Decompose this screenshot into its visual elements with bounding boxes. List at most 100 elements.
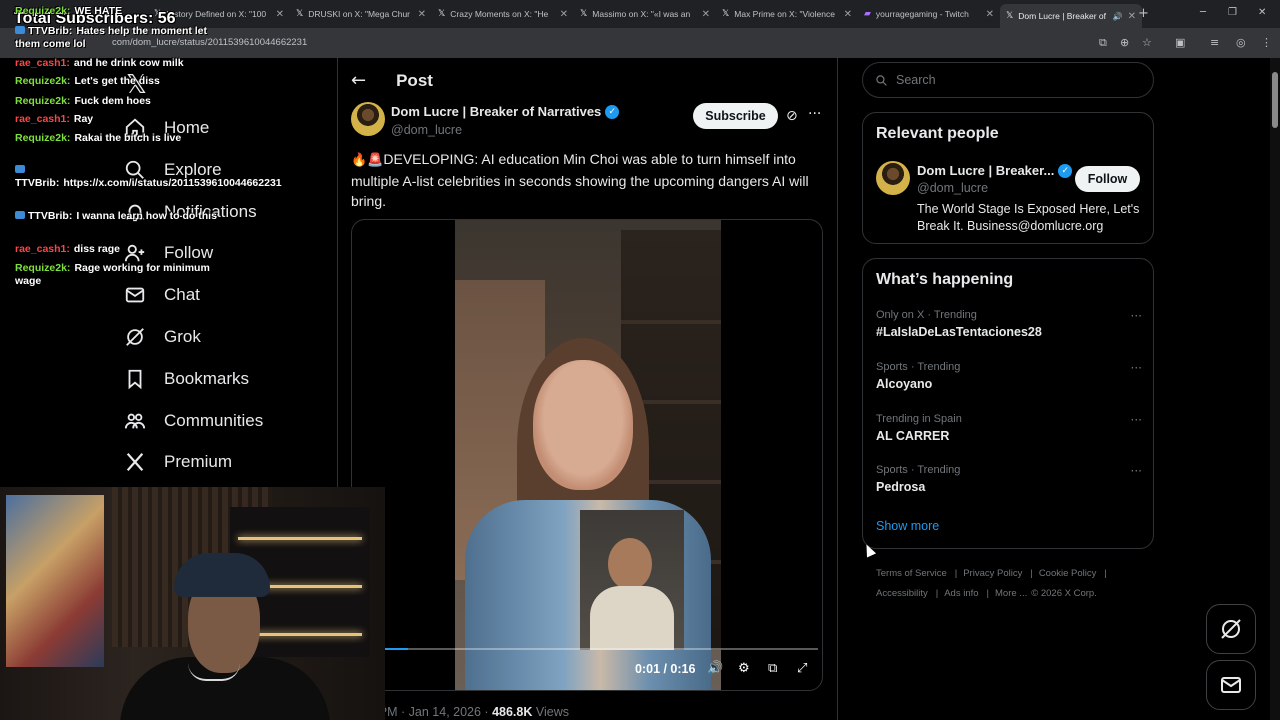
footer-accessibility[interactable]: Accessibility [876, 588, 928, 599]
grok-icon [1221, 619, 1241, 639]
nav-item-grok[interactable]: Grok [124, 324, 201, 350]
chat-message: Requize2k: Rage working for minimum wage [15, 262, 235, 288]
subscribe-button[interactable]: Subscribe [693, 103, 778, 129]
x-icon: 𝕏 [722, 9, 730, 19]
nav-item-communities[interactable]: Communities [124, 408, 263, 434]
column-divider-right [837, 58, 838, 720]
relevant-handle[interactable]: @dom_lucre [917, 181, 988, 195]
webcam-wall-art [6, 495, 104, 667]
tab-audio-icon[interactable]: 🔊 [1113, 12, 1123, 21]
browser-tab[interactable]: ▰ yourragegaming - Twitch ✕ [858, 4, 1000, 24]
menu-icon[interactable]: ⋮ [1261, 36, 1272, 49]
tab-close-icon[interactable]: ✕ [844, 9, 852, 20]
x-icon: 𝕏 [580, 9, 588, 19]
chat-username: Requize2k: [15, 95, 71, 107]
relevant-name-row[interactable]: Dom Lucre | Breaker... ✓ [917, 163, 1073, 178]
relevant-avatar[interactable] [876, 161, 910, 195]
profile-icon[interactable]: ◎ [1236, 36, 1246, 49]
chat-text: I wanna learn how to do this [76, 210, 217, 222]
tab-close-icon[interactable]: ✕ [986, 9, 994, 20]
search-box[interactable]: Search [862, 62, 1154, 98]
messages-fab-button[interactable] [1206, 660, 1256, 710]
chat-text: https://x.com/i/status/20115396100446622… [63, 177, 282, 189]
trend-more-icon[interactable]: ··· [1131, 464, 1142, 478]
browser-tab[interactable]: 𝕏 Dom Lucre | Breaker of 🔊 ✕ [1000, 4, 1142, 28]
browser-tab-title: Dom Lucre | Breaker of [1018, 11, 1106, 21]
video-player[interactable] [455, 220, 721, 690]
trend-item[interactable]: Only on X · Trending #LaIslaDeLasTentacio… [876, 309, 1142, 339]
nav-item-label: Grok [164, 327, 201, 346]
tab-close-icon[interactable]: ✕ [418, 9, 426, 20]
author-name-row[interactable]: Dom Lucre | Breaker of Narratives ✓ [391, 104, 620, 119]
bookmark-star-icon[interactable]: ☆ [1142, 36, 1152, 49]
new-tab-button[interactable]: + [1138, 6, 1149, 21]
scrollbar-thumb[interactable] [1272, 72, 1278, 128]
zoom-icon[interactable]: ⊕ [1120, 36, 1129, 49]
whats-happening-title: What’s happening [876, 271, 1014, 288]
footer-terms[interactable]: Terms of Service [876, 568, 947, 579]
nav-item-label: Premium [164, 452, 233, 471]
fire-emoji-icon: 🔥 [351, 153, 368, 168]
extensions-icon[interactable]: ▣ [1175, 36, 1185, 49]
verified-badge-icon: ✓ [1058, 163, 1073, 178]
chat-message: Requize2k: WE HATE [15, 5, 235, 18]
chat-username: Requize2k: [15, 262, 71, 274]
relevant-bio: The World Stage Is Exposed Here, Let's B… [917, 202, 1140, 233]
media-control-icon[interactable]: ≡ [1210, 36, 1219, 49]
footer-more[interactable]: More ... [995, 588, 1027, 599]
maximize-icon[interactable]: ❐ [1228, 7, 1237, 18]
post-media[interactable]: 0:01 / 0:16 🔊 ⚙ ⧉ ⤢ [351, 219, 823, 691]
trend-context: Only on X · Trending [876, 309, 977, 321]
tab-close-icon[interactable]: ✕ [1128, 11, 1136, 22]
grok-explain-icon[interactable]: ⊘ [786, 108, 798, 124]
nav-item-premium[interactable]: Premium [124, 449, 232, 475]
chat-username: rae_cash1: [15, 243, 70, 255]
browser-tab[interactable]: 𝕏 Max Prime on X: "Violence ✕ [716, 4, 858, 24]
follow-button[interactable]: Follow [1075, 166, 1140, 192]
author-name[interactable]: Dom Lucre | Breaker of Narratives [391, 104, 601, 119]
chat-badge-icon [15, 211, 25, 219]
browser-tab[interactable]: 𝕏 Massimo on X: "«I was an ✕ [574, 4, 716, 24]
chat-message: TTVBrib: I wanna learn how to do this [15, 210, 235, 223]
post-text-body: DEVELOPING: AI education Min Choi was ab… [351, 151, 809, 209]
chat-text: Let's get the diss [74, 75, 160, 87]
pip-icon[interactable]: ⧉ [768, 661, 777, 676]
show-more-link[interactable]: Show more [876, 519, 939, 533]
grok-fab-button[interactable] [1206, 604, 1256, 654]
author-handle[interactable]: @dom_lucre [391, 123, 462, 137]
trend-more-icon[interactable]: ··· [1131, 413, 1142, 427]
relevant-name[interactable]: Dom Lucre | Breaker... [917, 163, 1054, 178]
trend-item[interactable]: Trending in Spain AL CARRER ··· [876, 413, 1142, 443]
install-icon[interactable]: ⧉ [1099, 36, 1107, 50]
page-scrollbar[interactable] [1270, 58, 1280, 720]
footer-privacy[interactable]: Privacy Policy [963, 568, 1022, 579]
footer-copyright: © 2026 X Corp. [1031, 588, 1097, 599]
video-inset-person [580, 510, 684, 650]
nav-item-bookmarks[interactable]: Bookmarks [124, 366, 249, 392]
tab-close-icon[interactable]: ✕ [702, 9, 710, 20]
back-arrow-icon[interactable]: ← [351, 70, 366, 91]
communities-icon [124, 413, 146, 429]
footer-ads-info[interactable]: Ads info [944, 588, 978, 599]
tab-close-icon[interactable]: ✕ [560, 9, 568, 20]
relevant-people-title: Relevant people [876, 125, 999, 142]
webcam-streamer-cap [174, 553, 270, 597]
trend-item[interactable]: Sports · Trending Pedrosa ··· [876, 464, 1142, 494]
trend-more-icon[interactable]: ··· [1131, 309, 1142, 323]
fullscreen-icon[interactable]: ⤢ [797, 661, 807, 676]
minimize-icon[interactable]: ─ [1200, 7, 1206, 18]
video-progress-bar[interactable] [382, 648, 818, 650]
tab-close-icon[interactable]: ✕ [276, 9, 284, 20]
more-options-icon[interactable]: ··· [808, 106, 821, 122]
browser-tab-title: Massimo on X: "«I was an [592, 9, 691, 19]
chat-badge-icon [15, 165, 25, 173]
author-avatar[interactable] [351, 102, 385, 136]
trend-more-icon[interactable]: ··· [1131, 361, 1142, 375]
settings-icon[interactable]: ⚙ [738, 661, 750, 676]
volume-icon[interactable]: 🔊 [707, 661, 723, 676]
footer-cookie[interactable]: Cookie Policy [1039, 568, 1097, 579]
trend-item[interactable]: Sports · Trending Alcoyano ··· [876, 361, 1142, 391]
browser-tab[interactable]: 𝕏 DRUSKI on X: "Mega Chur ✕ [290, 4, 432, 24]
browser-tab[interactable]: 𝕏 Crazy Moments on X: "He ✕ [432, 4, 574, 24]
close-window-icon[interactable]: ✕ [1258, 7, 1266, 18]
